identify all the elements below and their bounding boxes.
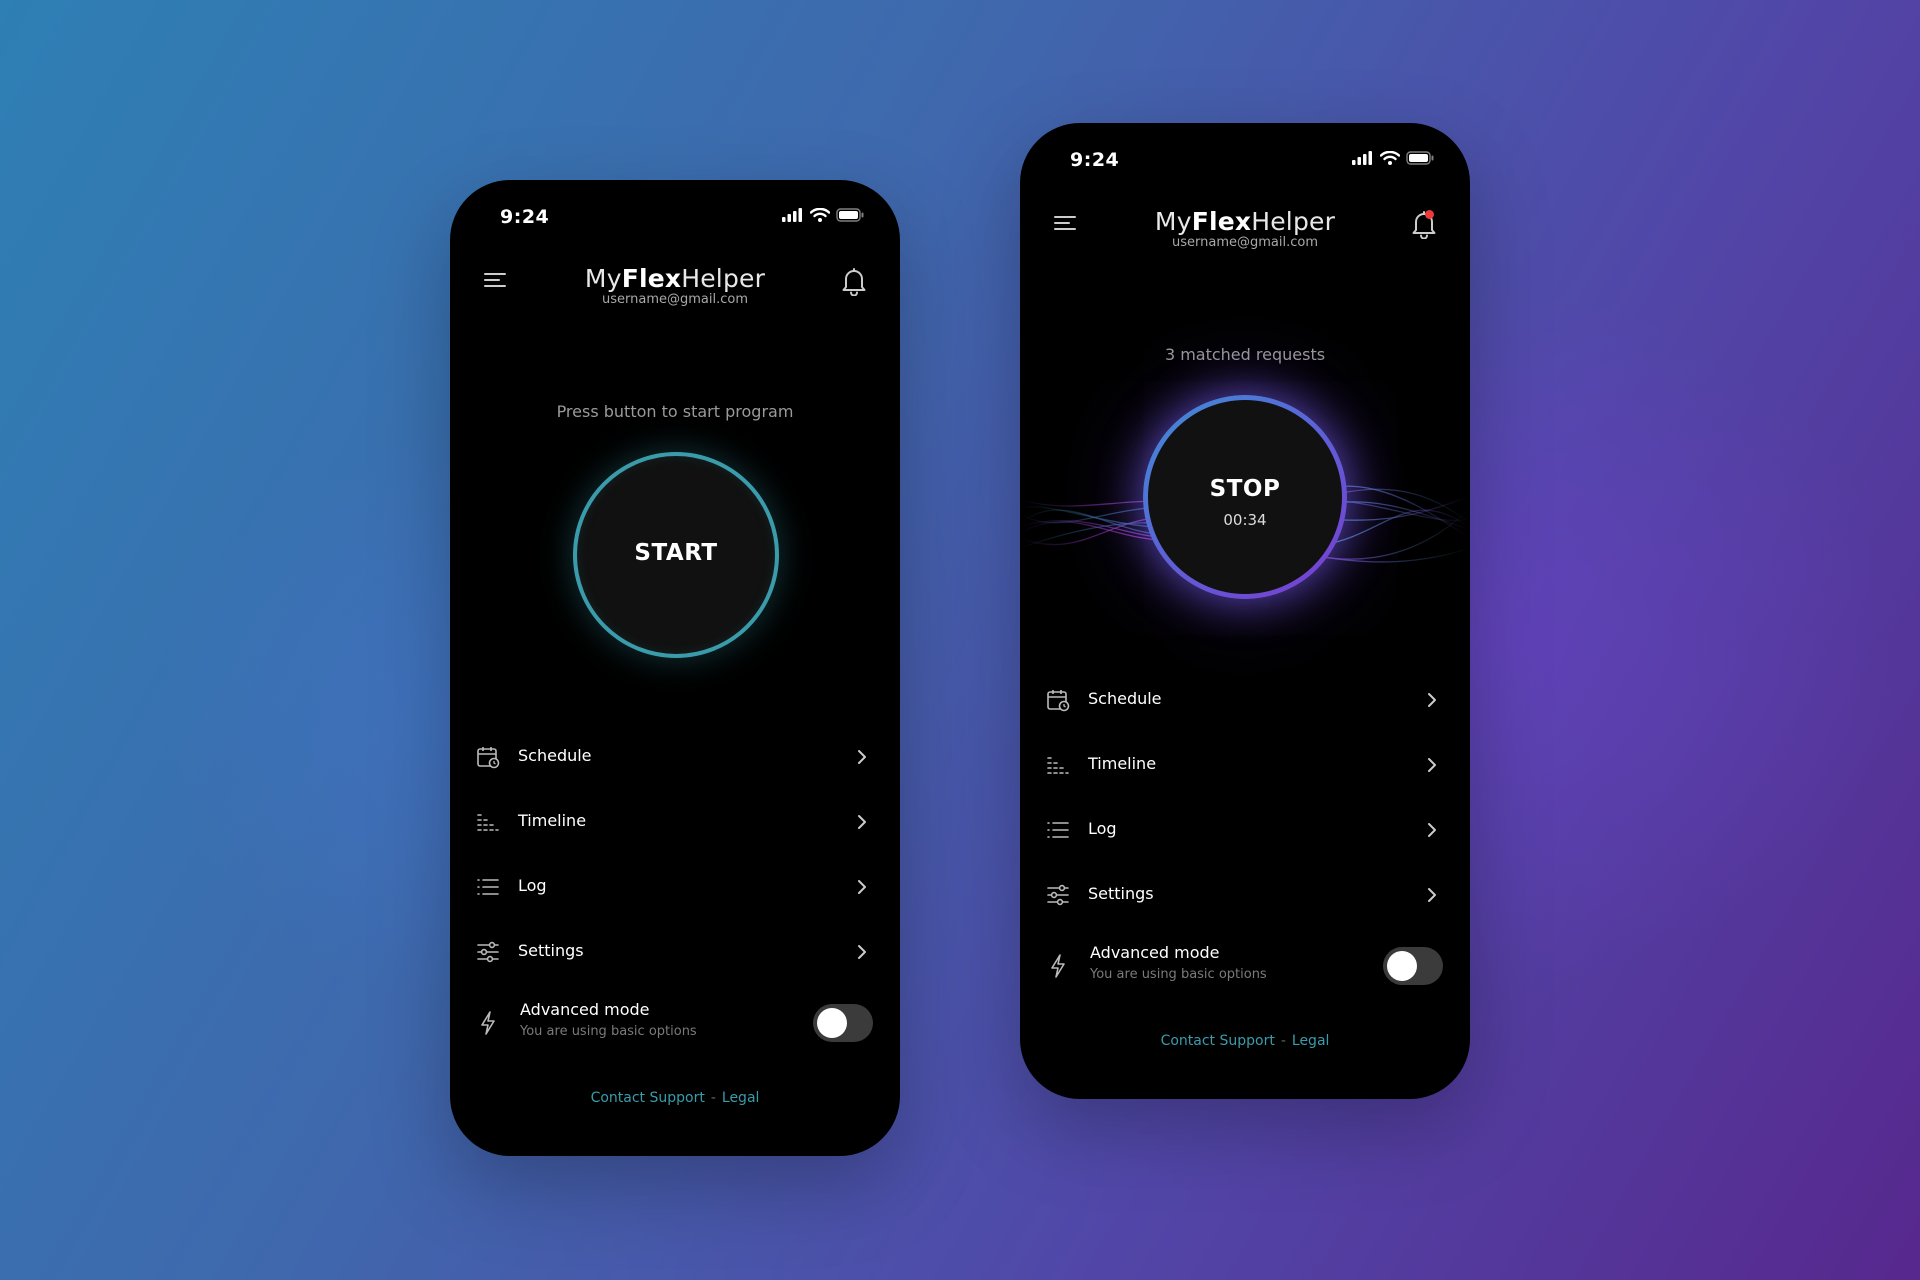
toggle-knob: [1387, 951, 1417, 981]
menu-list: Schedule Timeline Log Settings: [450, 724, 900, 984]
menu-list: Schedule Timeline Log Settings: [1020, 667, 1470, 927]
menu-item-label: Timeline: [1088, 754, 1157, 773]
battery-icon: [1406, 151, 1434, 165]
menu-item-schedule[interactable]: Schedule: [1020, 667, 1470, 732]
menu-item-timeline[interactable]: Timeline: [1020, 732, 1470, 797]
start-button[interactable]: START: [573, 452, 779, 658]
menu-item-label: Settings: [518, 941, 584, 960]
footer-separator: -: [710, 1090, 716, 1106]
advanced-mode-row: Advanced mode You are using basic option…: [450, 994, 900, 1054]
sliders-icon: [477, 941, 499, 963]
matched-requests-text: 3 matched requests: [1164, 345, 1326, 364]
calendar-clock-icon: [1047, 690, 1070, 712]
lightning-icon: [1051, 954, 1065, 978]
chevron-right-icon: [858, 880, 866, 894]
stop-button[interactable]: STOP 00:34: [1143, 395, 1347, 599]
menu-item-schedule[interactable]: Schedule: [450, 724, 900, 789]
advanced-mode-row: Advanced mode You are using basic option…: [1020, 937, 1470, 997]
menu-item-label: Schedule: [518, 746, 592, 765]
status-time: 9:24: [1070, 149, 1120, 171]
chevron-right-icon: [858, 945, 866, 959]
menu-item-label: Log: [1088, 819, 1117, 838]
menu-item-label: Schedule: [1088, 689, 1162, 708]
contact-support-link[interactable]: Contact Support: [591, 1090, 705, 1106]
chevron-right-icon: [858, 815, 866, 829]
chevron-right-icon: [858, 750, 866, 764]
app-logo: MyFlexHelper: [584, 264, 766, 293]
legal-link[interactable]: Legal: [1292, 1033, 1330, 1049]
elapsed-timer: 00:34: [1223, 511, 1267, 529]
user-email: username@gmail.com: [602, 292, 748, 307]
chevron-right-icon: [1428, 693, 1436, 707]
contact-support-link[interactable]: Contact Support: [1161, 1033, 1275, 1049]
notification-bell-icon[interactable]: [840, 266, 868, 296]
menu-item-settings[interactable]: Settings: [1020, 862, 1470, 927]
advanced-mode-toggle[interactable]: [813, 1004, 873, 1042]
menu-item-label: Timeline: [518, 811, 587, 830]
menu-item-timeline[interactable]: Timeline: [450, 789, 900, 854]
stop-button-label: STOP: [1209, 476, 1281, 502]
footer-separator: -: [1280, 1033, 1286, 1049]
phone-screen-idle: 9:24 MyFlexHelper username@gmail.com Pre…: [450, 180, 900, 1156]
signal-icon: [782, 208, 802, 222]
wifi-icon: [810, 208, 830, 222]
app-logo: MyFlexHelper: [1154, 207, 1336, 236]
start-button-label: START: [634, 540, 718, 566]
legal-link[interactable]: Legal: [722, 1090, 760, 1106]
menu-item-log[interactable]: Log: [450, 854, 900, 919]
advanced-mode-title: Advanced mode: [1090, 943, 1220, 962]
advanced-mode-title: Advanced mode: [520, 1000, 650, 1019]
phone-screen-running: 9:24 MyFlexHelper username@gmail.com 3 m…: [1020, 123, 1470, 1099]
status-icons: [1352, 151, 1434, 165]
user-email: username@gmail.com: [1172, 235, 1318, 250]
timeline-icon: [1047, 757, 1069, 774]
status-time: 9:24: [500, 206, 550, 228]
toggle-knob: [817, 1008, 847, 1038]
battery-icon: [836, 208, 864, 222]
sliders-icon: [1047, 884, 1069, 906]
list-icon: [1047, 822, 1069, 838]
footer-links: Contact Support - Legal: [450, 1090, 900, 1106]
menu-item-label: Settings: [1088, 884, 1154, 903]
advanced-mode-subtitle: You are using basic options: [1090, 967, 1267, 982]
menu-item-settings[interactable]: Settings: [450, 919, 900, 984]
advanced-mode-subtitle: You are using basic options: [520, 1024, 697, 1039]
status-prompt: Press button to start program: [556, 402, 794, 421]
chevron-right-icon: [1428, 888, 1436, 902]
status-icons: [782, 208, 864, 222]
timeline-icon: [477, 814, 499, 831]
notification-badge: [1425, 210, 1434, 219]
signal-icon: [1352, 151, 1372, 165]
footer-links: Contact Support - Legal: [1020, 1033, 1470, 1049]
stop-button-inner: STOP 00:34: [1148, 400, 1342, 594]
wifi-icon: [1380, 151, 1400, 165]
calendar-clock-icon: [477, 747, 500, 769]
menu-item-label: Log: [518, 876, 547, 895]
menu-item-log[interactable]: Log: [1020, 797, 1470, 862]
chevron-right-icon: [1428, 823, 1436, 837]
chevron-right-icon: [1428, 758, 1436, 772]
advanced-mode-toggle[interactable]: [1383, 947, 1443, 985]
lightning-icon: [481, 1011, 495, 1035]
list-icon: [477, 879, 499, 895]
